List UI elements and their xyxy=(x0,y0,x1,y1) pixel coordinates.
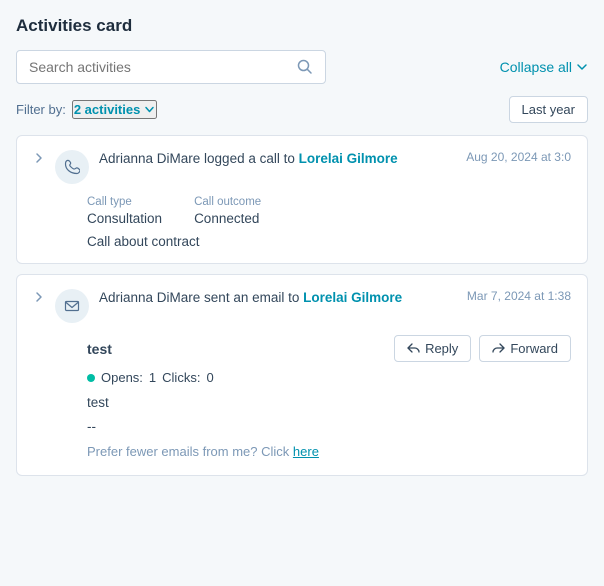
email-body-line2: -- xyxy=(87,417,571,437)
email-body: test -- Prefer fewer emails from me? Cli… xyxy=(87,393,571,461)
call-activity-card: Adrianna DiMare logged a call to Lorelai… xyxy=(16,135,588,264)
reply-icon xyxy=(407,342,420,355)
call-icon-circle xyxy=(55,150,89,184)
email-footer: Prefer fewer emails from me? Click here xyxy=(87,442,571,462)
email-activity-card: Adrianna DiMare sent an email to Lorelai… xyxy=(16,274,588,476)
collapse-all-button[interactable]: Collapse all xyxy=(500,59,588,75)
email-subject-row: test Reply Forward xyxy=(87,335,571,362)
email-icon-circle xyxy=(55,289,89,323)
filter-by-label: Filter by: xyxy=(16,102,66,117)
call-notes: Call about contract xyxy=(87,234,571,249)
filter-badge-button[interactable]: 2 activities xyxy=(72,100,158,119)
email-icon xyxy=(64,298,80,314)
call-outcome-col: Call outcome Connected xyxy=(194,196,261,226)
forward-icon xyxy=(492,342,505,355)
page-title: Activities card xyxy=(16,16,588,36)
email-expand-button[interactable] xyxy=(33,291,45,306)
phone-icon xyxy=(64,159,80,175)
forward-button[interactable]: Forward xyxy=(479,335,571,362)
email-timestamp: Mar 7, 2024 at 1:38 xyxy=(467,289,571,303)
search-input[interactable] xyxy=(29,59,289,75)
filter-chevron-icon xyxy=(144,104,155,115)
email-contact-link[interactable]: Lorelai Gilmore xyxy=(303,290,402,305)
call-expand-button[interactable] xyxy=(33,152,45,167)
email-activity-details: test Reply Forward xyxy=(33,335,571,461)
search-bar-row: Collapse all xyxy=(16,50,588,84)
here-link[interactable]: here xyxy=(293,444,319,459)
search-icon xyxy=(297,59,313,75)
opens-label: Opens: xyxy=(101,370,143,385)
green-dot-icon xyxy=(87,374,95,382)
clicks-label: Clicks: xyxy=(162,370,200,385)
call-activity-text: Adrianna DiMare logged a call to Lorelai… xyxy=(99,150,448,169)
search-bar[interactable] xyxy=(16,50,326,84)
email-opens-row: Opens: 1 Clicks: 0 xyxy=(87,370,571,385)
email-activity-header: Adrianna DiMare sent an email to Lorelai… xyxy=(33,289,571,323)
email-activity-text: Adrianna DiMare sent an email to Lorelai… xyxy=(99,289,449,308)
call-activity-header: Adrianna DiMare logged a call to Lorelai… xyxy=(33,150,571,184)
call-activity-details: Call type Consultation Call outcome Conn… xyxy=(33,196,571,249)
clicks-value: 0 xyxy=(206,370,213,385)
call-detail-grid: Call type Consultation Call outcome Conn… xyxy=(87,196,571,226)
filter-row: Filter by: 2 activities Last year xyxy=(16,96,588,123)
chevron-right-icon xyxy=(33,291,45,303)
call-type-col: Call type Consultation xyxy=(87,196,162,226)
last-year-button[interactable]: Last year xyxy=(509,96,588,123)
call-contact-link[interactable]: Lorelai Gilmore xyxy=(299,151,398,166)
email-actions: Reply Forward xyxy=(394,335,571,362)
chevron-down-icon xyxy=(576,61,588,73)
reply-button[interactable]: Reply xyxy=(394,335,471,362)
email-body-line1: test xyxy=(87,393,571,413)
chevron-right-icon xyxy=(33,152,45,164)
call-timestamp: Aug 20, 2024 at 3:0 xyxy=(466,150,571,164)
page-container: Activities card Collapse all Filter by: … xyxy=(0,0,604,476)
email-subject: test xyxy=(87,341,112,357)
opens-value: 1 xyxy=(149,370,156,385)
